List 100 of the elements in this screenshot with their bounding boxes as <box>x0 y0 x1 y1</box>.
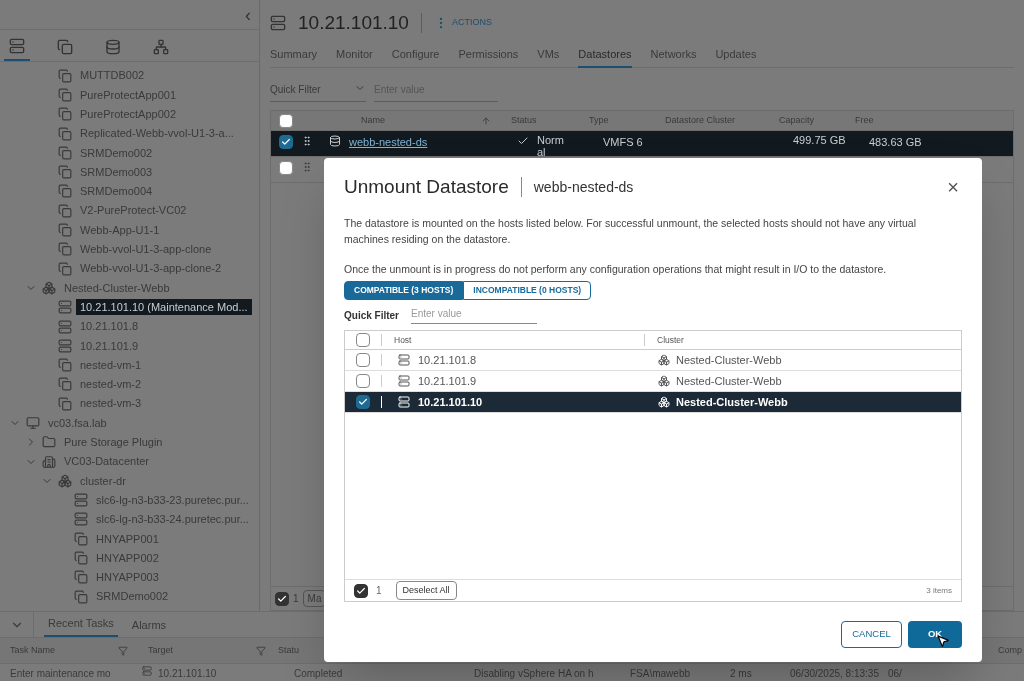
cluster-icon <box>658 396 670 408</box>
target-link[interactable]: 10.21.101.10 <box>158 666 294 681</box>
vm-icon <box>58 184 72 199</box>
ok-button[interactable]: OK <box>908 621 962 648</box>
tree-item[interactable]: PureProtectApp001 <box>76 86 180 104</box>
column-header: Task Name <box>9 643 56 657</box>
host-tab[interactable]: Configure <box>391 44 440 68</box>
vm-icon <box>58 203 72 218</box>
dialog-warning: Once the unmount is in progress do not perform any configuration operations that might result in I/O to the datastore. <box>344 262 888 277</box>
server-icon <box>74 493 88 508</box>
datastore-link[interactable]: webb-nested-ds <box>349 134 517 151</box>
tree-item[interactable]: Pure Storage Plugin <box>60 434 167 451</box>
tree-item[interactable]: slc6-lg-n3-b33-24.puretec.pur... <box>92 511 253 528</box>
filter-icon[interactable] <box>256 645 266 656</box>
checkbox[interactable] <box>279 161 293 175</box>
host-tab[interactable]: Summary <box>270 44 318 68</box>
host-name: 10.21.101.9 <box>418 373 478 389</box>
checkbox[interactable] <box>354 583 368 598</box>
host-row[interactable]: 10.21.101.8 Nested-Cluster-Webb <box>345 350 961 371</box>
tree-item[interactable]: HNYAPP001 <box>92 530 163 547</box>
column-header: Cluster <box>656 333 684 347</box>
cluster-name: Nested-Cluster-Webb <box>676 352 782 368</box>
host-tab[interactable]: Datastores <box>578 44 632 68</box>
tree-item[interactable]: 10.21.101.8 <box>76 318 143 335</box>
tree-item[interactable]: Webb-App-U1-1 <box>76 221 164 239</box>
host-tab[interactable]: VMs <box>537 44 560 68</box>
tree-item[interactable]: vc03.fsa.lab <box>44 414 111 432</box>
checkbox[interactable] <box>356 395 370 409</box>
tree-item[interactable]: nested-vm-3 <box>76 395 146 412</box>
tree-item[interactable]: 10.21.101.9 <box>76 337 143 355</box>
actions-button[interactable]: ACTIONS <box>451 16 492 30</box>
tree-item[interactable]: MUTTDB002 <box>76 67 149 84</box>
segment-tab[interactable]: INCOMPATIBLE (0 HOSTS) <box>463 281 592 300</box>
filter-input-field[interactable]: Enter value <box>411 306 537 324</box>
host-tab[interactable]: Updates <box>715 44 757 68</box>
server-icon <box>58 300 72 315</box>
tree-item[interactable]: HNYAPP002 <box>92 549 163 567</box>
dialog-title: Unmount Datastore <box>344 174 509 199</box>
server-icon <box>398 375 410 387</box>
deselect-all-button[interactable]: Deselect All <box>395 580 457 601</box>
checkbox[interactable] <box>275 591 289 606</box>
tree-item[interactable]: Webb-vvol-U1-3-app-clone-2 <box>76 260 226 277</box>
panel-tab[interactable]: Alarms <box>127 616 171 637</box>
sort-arrow-icon[interactable] <box>481 115 491 126</box>
tree-item[interactable]: VC03-Datacenter <box>60 453 153 470</box>
tree-item[interactable]: SRMDemo002 <box>92 588 173 605</box>
tree-item[interactable]: HNYAPP003 <box>92 569 163 586</box>
drag-handle-icon[interactable] <box>301 161 313 173</box>
tree-item[interactable]: nested-vm-1 <box>76 356 146 374</box>
vm-icon <box>58 223 72 237</box>
checkbox[interactable] <box>279 135 293 149</box>
task-initiator: FSA\mawebb <box>630 667 692 681</box>
host-icon <box>270 15 286 31</box>
check-icon <box>356 585 366 596</box>
ok-icon <box>517 135 529 147</box>
tree-item[interactable]: Webb-vvol-U1-3-app-clone <box>76 241 216 258</box>
table-row[interactable]: webb-nested-ds Normal VMFS 6 499.75 GB 483.63 GB <box>271 131 1013 157</box>
segment-tab[interactable]: COMPATIBLE (3 HOSTS) <box>344 281 464 300</box>
checkbox[interactable] <box>356 353 370 367</box>
check-icon <box>358 397 368 407</box>
checkbox[interactable] <box>356 333 370 347</box>
host-name: 10.21.101.8 <box>418 352 478 368</box>
server-icon <box>74 512 88 527</box>
collapse-button[interactable]: ‹ <box>245 5 251 24</box>
tree-item[interactable]: 10.21.101.10 (Maintenance Mod... <box>76 298 252 316</box>
drag-handle-icon[interactable] <box>301 135 313 147</box>
host-tab[interactable]: Permissions <box>458 44 519 68</box>
tree-item[interactable]: V2-PureProtect-VC02 <box>76 202 191 219</box>
host-title: 10.21.101.10 <box>298 10 409 35</box>
tree-item[interactable]: PureProtectApp002 <box>76 106 180 123</box>
cancel-button[interactable]: CANCEL <box>841 621 902 648</box>
quick-filter-dropdown[interactable]: Quick Filter <box>270 82 366 102</box>
task-name: Enter maintenance mo <box>9 667 112 681</box>
host-tab[interactable]: Networks <box>650 44 697 68</box>
checkbox[interactable] <box>279 113 293 128</box>
check-icon <box>281 137 291 147</box>
close-button[interactable]: × <box>944 177 962 197</box>
cluster-icon <box>42 280 56 295</box>
filter-icon[interactable] <box>118 645 128 656</box>
tree-item[interactable]: Nested-Cluster-Webb <box>60 279 174 297</box>
column-header: Name <box>361 113 386 127</box>
tree-item[interactable]: nested-vm-2 <box>76 376 146 393</box>
tree-item[interactable]: SRMDemo004 <box>76 183 157 200</box>
cluster-icon <box>658 354 670 366</box>
cluster-icon <box>58 473 72 488</box>
host-tab[interactable]: Monitor <box>336 44 373 68</box>
vm-icon <box>74 531 88 546</box>
vm-icon <box>58 165 72 180</box>
tree-item[interactable]: Replicated-Webb-vvol-U1-3-a... <box>76 125 238 142</box>
vm-icon <box>58 396 72 411</box>
tree-item[interactable]: slc6-lg-n3-b33-23.puretec.pur... <box>92 491 253 509</box>
vm-icon <box>58 126 72 141</box>
tree-item[interactable]: cluster-dr <box>76 472 130 490</box>
vm-icon <box>58 377 72 392</box>
host-row[interactable]: 10.21.101.10 Nested-Cluster-Webb <box>345 392 961 413</box>
building-icon <box>42 454 56 469</box>
checkbox[interactable] <box>356 374 370 388</box>
vm-icon <box>74 589 88 604</box>
tree-item[interactable]: SRMDemo002 <box>76 144 157 162</box>
tree-item[interactable]: SRMDemo003 <box>76 163 157 181</box>
